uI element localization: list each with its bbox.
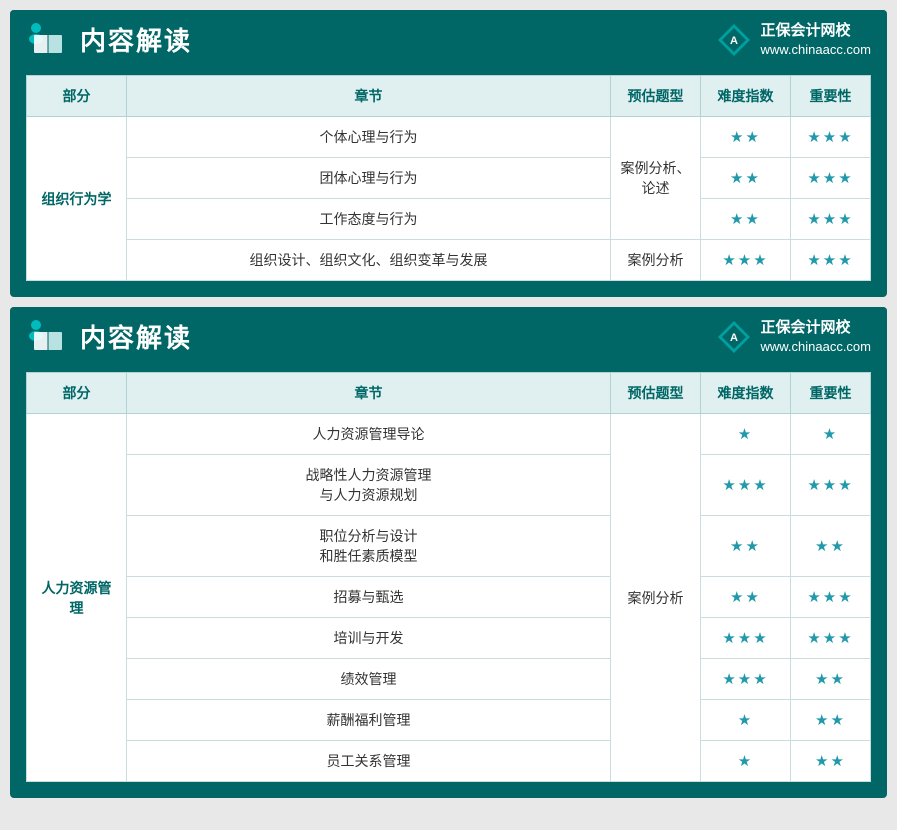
- chapter-cell: 绩效管理: [127, 659, 611, 700]
- chapter-cell: 个体心理与行为: [127, 117, 611, 158]
- table-row: 工作态度与行为 ★★ ★★★: [27, 199, 871, 240]
- difficulty-cell: ★: [701, 700, 791, 741]
- importance-cell: ★★: [791, 659, 871, 700]
- table-wrapper-2: 部分 章节 预估题型 难度指数 重要性 人力资源管理 人力资源管理导论 案例分析…: [26, 372, 871, 782]
- header-left-2: 内容解读: [26, 318, 192, 356]
- table-row: 绩效管理 ★★★ ★★: [27, 659, 871, 700]
- th-part-1: 部分: [27, 76, 127, 117]
- importance-cell: ★★★: [791, 455, 871, 516]
- table-row: 培训与开发 ★★★ ★★★: [27, 618, 871, 659]
- section-title-2: 内容解读: [80, 318, 192, 355]
- difficulty-cell: ★★: [701, 577, 791, 618]
- th-importance-2: 重要性: [791, 373, 871, 414]
- logo-text-2: 正保会计网校 www.chinaacc.com: [760, 317, 871, 356]
- th-part-2: 部分: [27, 373, 127, 414]
- chapter-cell: 人力资源管理导论: [127, 414, 611, 455]
- difficulty-cell: ★★: [701, 158, 791, 199]
- importance-cell: ★★: [791, 516, 871, 577]
- table-row: 团体心理与行为 ★★ ★★★: [27, 158, 871, 199]
- table-row: 人力资源管理 人力资源管理导论 案例分析 ★ ★: [27, 414, 871, 455]
- section-title-1: 内容解读: [80, 21, 192, 58]
- difficulty-cell: ★★★: [701, 618, 791, 659]
- importance-cell: ★★★: [791, 117, 871, 158]
- chapter-cell: 薪酬福利管理: [127, 700, 611, 741]
- book-icon: [26, 21, 70, 59]
- logo-icon-1: A: [716, 22, 752, 58]
- difficulty-cell: ★★★: [701, 240, 791, 281]
- type-cell: 案例分析、论述: [611, 117, 701, 240]
- table-wrapper-1: 部分 章节 预估题型 难度指数 重要性 组织行为学 个体心理与行为 案例分析、论…: [26, 75, 871, 281]
- chapter-cell: 职位分析与设计和胜任素质模型: [127, 516, 611, 577]
- logo-area-1: A 正保会计网校 www.chinaacc.com: [716, 20, 871, 59]
- book-icon-2: [26, 318, 70, 356]
- content-table-2: 部分 章节 预估题型 难度指数 重要性 人力资源管理 人力资源管理导论 案例分析…: [26, 372, 871, 782]
- svg-text:A: A: [730, 35, 738, 47]
- section-header-2: 内容解读 A 正保会计网校 www.chinaacc.com: [10, 307, 887, 364]
- th-importance-1: 重要性: [791, 76, 871, 117]
- chapter-cell: 团体心理与行为: [127, 158, 611, 199]
- logo-text-1: 正保会计网校 www.chinaacc.com: [760, 20, 871, 59]
- table-row: 战略性人力资源管理与人力资源规划 ★★★ ★★★: [27, 455, 871, 516]
- chapter-cell: 战略性人力资源管理与人力资源规划: [127, 455, 611, 516]
- table-row: 薪酬福利管理 ★ ★★: [27, 700, 871, 741]
- difficulty-cell: ★★★: [701, 659, 791, 700]
- th-type-1: 预估题型: [611, 76, 701, 117]
- importance-cell: ★: [791, 414, 871, 455]
- type-cell: 案例分析: [611, 414, 701, 782]
- difficulty-cell: ★★: [701, 199, 791, 240]
- part-cell: 组织行为学: [27, 117, 127, 281]
- th-difficulty-1: 难度指数: [701, 76, 791, 117]
- importance-cell: ★★★: [791, 158, 871, 199]
- chapter-cell: 培训与开发: [127, 618, 611, 659]
- section-header-1: 内容解读 A 正保会计网校 www.chinaacc.com: [10, 10, 887, 67]
- chapter-cell: 招募与甄选: [127, 577, 611, 618]
- chapter-cell: 组织设计、组织文化、组织变革与发展: [127, 240, 611, 281]
- importance-cell: ★★★: [791, 618, 871, 659]
- table-row: 组织行为学 个体心理与行为 案例分析、论述 ★★ ★★★: [27, 117, 871, 158]
- importance-cell: ★★★: [791, 577, 871, 618]
- th-difficulty-2: 难度指数: [701, 373, 791, 414]
- difficulty-cell: ★: [701, 741, 791, 782]
- header-left-1: 内容解读: [26, 21, 192, 59]
- section-card-1: 内容解读 A 正保会计网校 www.chinaacc.com 部分 章节 预估题…: [10, 10, 887, 297]
- table-row: 职位分析与设计和胜任素质模型 ★★ ★★: [27, 516, 871, 577]
- importance-cell: ★★★: [791, 199, 871, 240]
- th-type-2: 预估题型: [611, 373, 701, 414]
- logo-area-2: A 正保会计网校 www.chinaacc.com: [716, 317, 871, 356]
- th-chapter-1: 章节: [127, 76, 611, 117]
- content-table-1: 部分 章节 预估题型 难度指数 重要性 组织行为学 个体心理与行为 案例分析、论…: [26, 75, 871, 281]
- difficulty-cell: ★: [701, 414, 791, 455]
- importance-cell: ★★: [791, 700, 871, 741]
- table-row: 员工关系管理 ★ ★★: [27, 741, 871, 782]
- type-cell: 案例分析: [611, 240, 701, 281]
- chapter-cell: 员工关系管理: [127, 741, 611, 782]
- importance-cell: ★★★: [791, 240, 871, 281]
- difficulty-cell: ★★: [701, 117, 791, 158]
- difficulty-cell: ★★★: [701, 455, 791, 516]
- difficulty-cell: ★★: [701, 516, 791, 577]
- th-chapter-2: 章节: [127, 373, 611, 414]
- table-row: 组织设计、组织文化、组织变革与发展 案例分析 ★★★ ★★★: [27, 240, 871, 281]
- chapter-cell: 工作态度与行为: [127, 199, 611, 240]
- importance-cell: ★★: [791, 741, 871, 782]
- table-row: 招募与甄选 ★★ ★★★: [27, 577, 871, 618]
- part-cell: 人力资源管理: [27, 414, 127, 782]
- logo-icon-2: A: [716, 319, 752, 355]
- section-card-2: 内容解读 A 正保会计网校 www.chinaacc.com 部分 章节 预估题…: [10, 307, 887, 798]
- svg-text:A: A: [730, 332, 738, 344]
